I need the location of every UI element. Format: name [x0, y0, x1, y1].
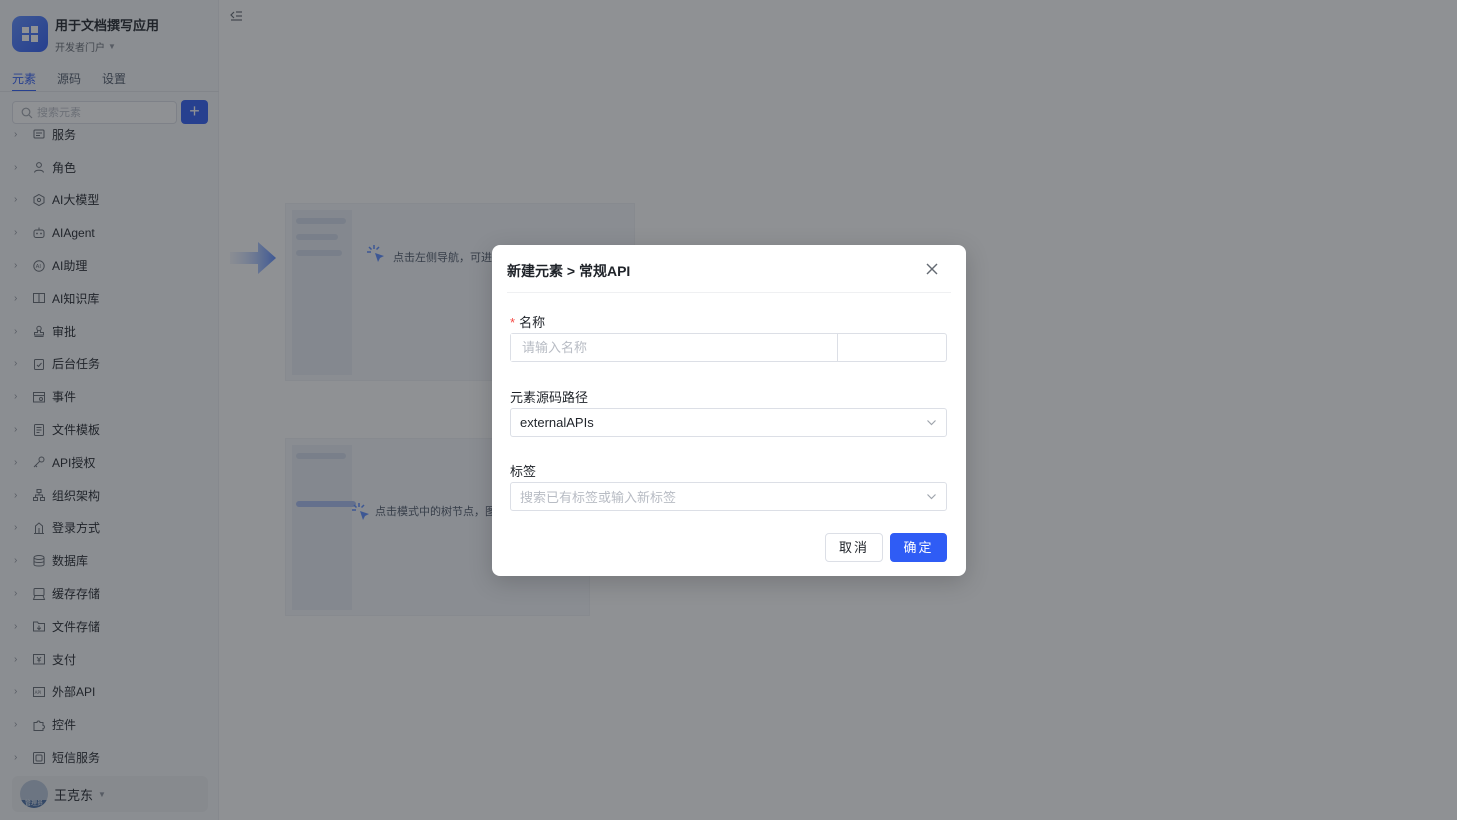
path-label: 元素源码路径: [510, 390, 589, 405]
chevron-down-icon: [927, 494, 936, 500]
tag-label: 标签: [510, 464, 537, 479]
cancel-button[interactable]: 取消: [825, 533, 883, 562]
name-label: * 名称: [510, 315, 546, 330]
name-field-group: [510, 333, 947, 362]
dialog-title: 新建元素 > 常规API: [507, 263, 631, 279]
chevron-down-icon: [927, 420, 936, 426]
name-input[interactable]: [511, 334, 838, 361]
path-select[interactable]: externalAPIs: [510, 408, 947, 437]
tag-select[interactable]: 搜索已有标签或输入新标签: [510, 482, 947, 511]
tag-placeholder: 搜索已有标签或输入新标签: [520, 490, 677, 505]
required-mark: *: [510, 315, 516, 330]
close-icon[interactable]: [924, 261, 940, 277]
new-element-dialog: 新建元素 > 常规API *名称 元素源码路径 externalAPIs 标签 …: [492, 245, 966, 576]
path-value: externalAPIs: [520, 415, 594, 430]
dialog-divider: [507, 292, 951, 293]
name-suffix-field[interactable]: [838, 334, 946, 361]
confirm-button[interactable]: 确定: [890, 533, 947, 562]
